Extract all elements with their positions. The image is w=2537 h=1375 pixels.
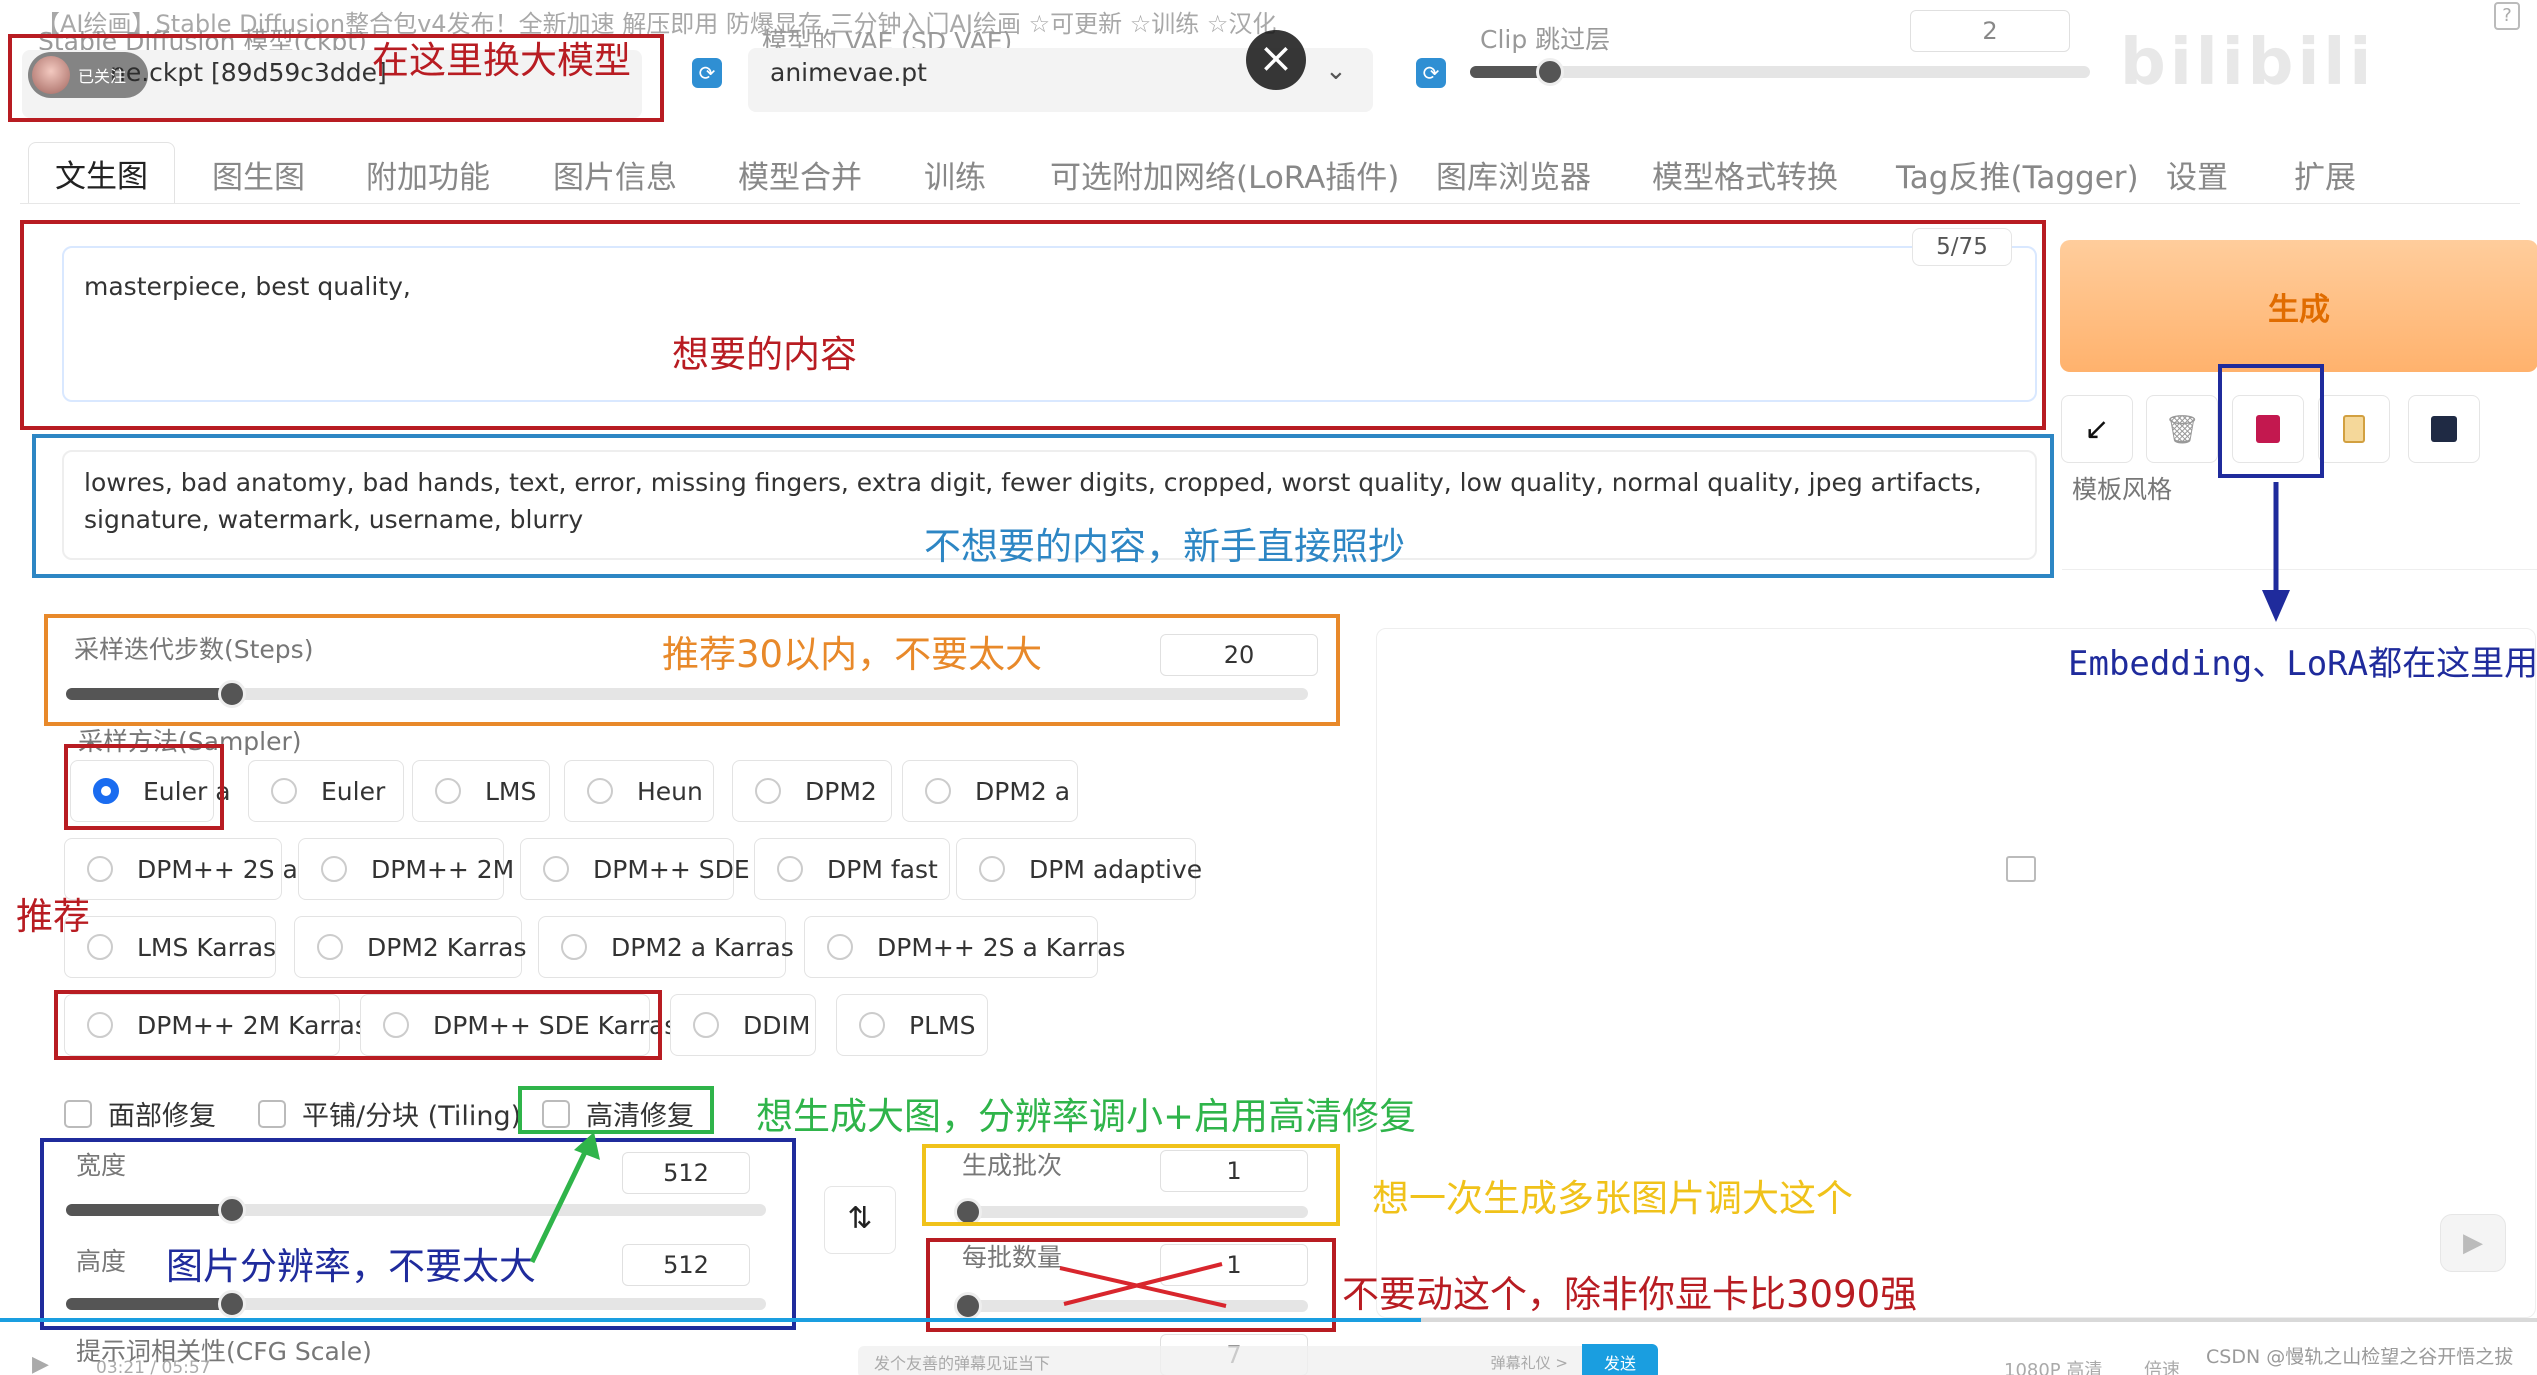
- csdn-watermark: CSDN @慢轨之山检望之谷开悟之拔: [2206, 1346, 2514, 1368]
- quality-selector[interactable]: 1080P 高清: [2004, 1356, 2102, 1375]
- danmaku-input[interactable]: 发个友善的弹幕见证当下 弹幕礼仪 > 发送: [858, 1344, 1658, 1375]
- hires-arrow: [529, 1144, 591, 1264]
- send-button[interactable]: 发送: [1581, 1344, 1658, 1375]
- hires-arrowhead: [574, 1132, 600, 1160]
- player-time: 03:21 / 05:57: [96, 1358, 211, 1375]
- speed-selector[interactable]: 倍速: [2144, 1356, 2180, 1375]
- danmaku-etiquette[interactable]: 弹幕礼仪 >: [1491, 1352, 1568, 1373]
- annotation-arrows: [529, 482, 2290, 1308]
- embedding-arrowhead: [2262, 590, 2290, 622]
- player-progress-bar[interactable]: [0, 1318, 2537, 1322]
- danmaku-placeholder: 发个友善的弹幕见证当下: [874, 1354, 1051, 1373]
- player-play-icon[interactable]: ▶: [32, 1352, 49, 1375]
- webui-screenshot: 【AI绘画】Stable Diffusion整合包v4发布！全新加速 解压即用 …: [0, 0, 2537, 1375]
